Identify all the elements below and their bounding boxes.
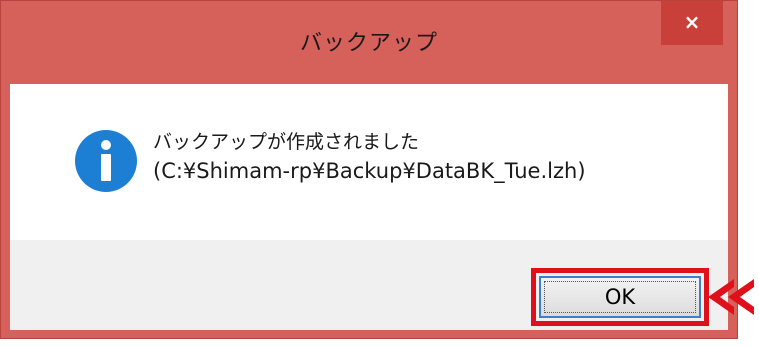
message-text: バックアップが作成されました (C:¥Shimam-rp¥Backup¥Data…	[153, 128, 586, 186]
dialog-title: バックアップ	[299, 31, 438, 56]
dialog-body: バックアップが作成されました (C:¥Shimam-rp¥Backup¥Data…	[10, 84, 728, 330]
message-line-2: (C:¥Shimam-rp¥Backup¥DataBK_Tue.lzh)	[153, 159, 586, 183]
message-line-1: バックアップが作成されました	[153, 131, 420, 153]
ok-button-label: OK	[604, 285, 636, 309]
message-area: バックアップが作成されました (C:¥Shimam-rp¥Backup¥Data…	[10, 84, 728, 240]
backup-dialog: バックアップ × バックアップが作成されました (C:¥Shimam-rp¥Ba…	[0, 0, 738, 339]
title-bar[interactable]: バックアップ ×	[1, 1, 737, 84]
button-bar: OK	[10, 240, 728, 330]
ok-button[interactable]: OK	[539, 276, 701, 318]
close-button[interactable]: ×	[661, 1, 723, 45]
info-icon	[75, 130, 137, 192]
double-arrow-left-icon	[708, 279, 754, 315]
